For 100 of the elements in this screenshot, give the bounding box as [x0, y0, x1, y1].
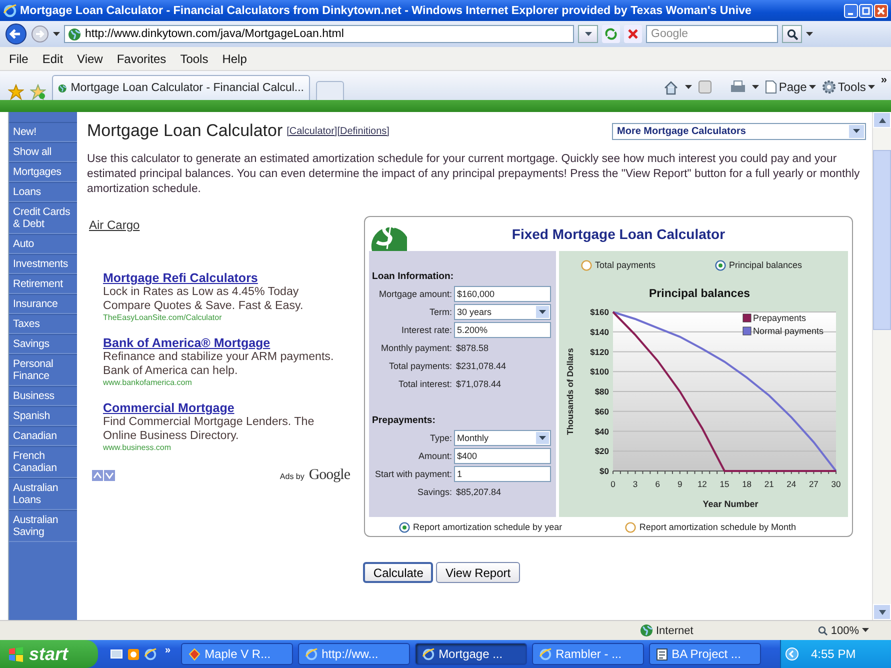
ad-url[interactable]: www.bankofamerica.com: [103, 378, 351, 387]
browser-icon[interactable]: [144, 648, 157, 660]
print-icon[interactable]: [730, 80, 746, 94]
ad-url[interactable]: TheEasyLoanSite.com/Calculator: [103, 313, 351, 322]
stop-icon[interactable]: [624, 25, 642, 43]
caret-icon[interactable]: [808, 84, 816, 90]
input-field[interactable]: 5.200%: [454, 322, 551, 338]
caret-icon[interactable]: [684, 84, 692, 90]
next-ad-button[interactable]: [104, 470, 115, 480]
ad-title[interactable]: Commercial Mortgage: [103, 401, 351, 415]
radio-label[interactable]: Report amortization schedule by Month: [639, 522, 796, 532]
browser-icon: [422, 648, 435, 660]
input-field[interactable]: 1: [454, 466, 551, 482]
x-tick-label: 30: [831, 479, 841, 489]
caret-icon[interactable]: [539, 310, 546, 314]
taskbar-button[interactable]: BA Project ...: [648, 643, 761, 665]
refresh-icon[interactable]: [602, 25, 620, 43]
tools-menu[interactable]: Tools: [822, 80, 875, 94]
more-commands-chevron[interactable]: »: [880, 74, 887, 86]
browser-tab[interactable]: Mortgage Loan Calculator - Financial Calcul...: [52, 75, 310, 100]
taskbar-button[interactable]: Maple V R...: [180, 643, 293, 665]
caret-icon[interactable]: [53, 32, 60, 36]
scrollbar-thumb[interactable]: [873, 150, 891, 330]
field-label: Monthly payment:: [380, 343, 453, 353]
dropdown[interactable]: Monthly: [454, 430, 551, 446]
address-field[interactable]: http://www.dinkytown.com/java/MortgageLoan.html: [64, 25, 574, 43]
previous-ad-button[interactable]: [92, 470, 103, 480]
section-heading: Prepayments:: [372, 415, 436, 426]
radio-button[interactable]: [714, 260, 726, 270]
add-favorite-icon[interactable]: [30, 84, 46, 100]
globe-icon: [68, 28, 81, 40]
taskbar-button[interactable]: Rambler - ...: [532, 643, 644, 665]
show-hidden-icons-button[interactable]: [785, 647, 799, 661]
legend-swatch: [742, 314, 752, 322]
application-icon: [188, 648, 201, 660]
menu-item[interactable]: Favorites: [110, 50, 174, 68]
taskbar-button[interactable]: Mortgage ...: [414, 643, 527, 665]
caret-icon[interactable]: [539, 436, 546, 440]
scroll-up-button[interactable]: [873, 112, 891, 128]
radio-label[interactable]: Principal balances: [728, 260, 802, 270]
close-icon[interactable]: [874, 4, 888, 18]
radio-button[interactable]: [581, 260, 592, 270]
taskbar-button[interactable]: http://ww...: [298, 643, 410, 665]
dropdown-button[interactable]: [578, 25, 598, 43]
input-field[interactable]: $160,000: [454, 286, 551, 302]
x-tick-label: 15: [720, 479, 730, 489]
nav-link[interactable]: [Calculator]: [286, 126, 338, 136]
maximize-icon[interactable]: [859, 4, 873, 18]
favorites-star-icon[interactable]: [8, 84, 24, 100]
menu-item[interactable]: File: [2, 50, 36, 68]
scroll-down-button[interactable]: [873, 604, 891, 620]
y-tick-label: $0: [600, 466, 609, 476]
status-zone: Internet: [656, 624, 694, 636]
home-icon[interactable]: [662, 80, 679, 94]
caret-icon[interactable]: [862, 628, 869, 633]
legend-swatch: [742, 326, 752, 336]
field-label: Savings:: [416, 487, 453, 497]
media-player-icon[interactable]: [127, 648, 140, 660]
ad-title[interactable]: Mortgage Refi Calculators: [103, 271, 351, 285]
clock: 4:55 PM: [811, 647, 856, 661]
view-report-button[interactable]: View Report: [436, 562, 520, 583]
ad-link[interactable]: Air Cargo: [89, 218, 140, 232]
page-menu[interactable]: Page: [764, 80, 816, 94]
search-button[interactable]: [782, 25, 802, 43]
nav-link[interactable]: [Definitions]: [337, 126, 390, 136]
quick-launch-chevron[interactable]: »: [165, 644, 171, 656]
desktop-icon[interactable]: [110, 648, 123, 660]
caret-icon[interactable]: [752, 84, 759, 90]
menu-item[interactable]: Tools: [173, 50, 216, 68]
caret-icon[interactable]: [853, 128, 860, 134]
radio-button[interactable]: [399, 522, 410, 532]
radio-button[interactable]: [625, 522, 636, 532]
menu-item[interactable]: View: [70, 50, 110, 68]
calculators-dropdown[interactable]: More Mortgage Calculators: [612, 122, 866, 140]
ads-brand[interactable]: Google: [308, 467, 350, 483]
radio-label[interactable]: Total payments: [595, 260, 656, 270]
menu-item[interactable]: Edit: [35, 50, 70, 68]
minimize-icon[interactable]: [844, 4, 858, 18]
result-value: $85,207.84: [455, 487, 502, 497]
zoom-control[interactable]: 100%: [818, 624, 869, 636]
caret-icon[interactable]: [584, 32, 592, 36]
search-field[interactable]: Google: [646, 25, 778, 43]
tab-title: Mortgage Loan Calculator - Financial Calcul...: [70, 82, 304, 94]
ad-title[interactable]: Bank of America® Mortgage: [103, 336, 351, 350]
menu-item[interactable]: Help: [215, 50, 254, 68]
caret-icon[interactable]: [868, 84, 875, 90]
back-button[interactable]: [5, 23, 27, 45]
result-value: $71,078.44: [455, 379, 502, 389]
browser-icon: [3, 4, 17, 18]
dropdown[interactable]: 30 years: [454, 304, 551, 320]
internet-zone-icon: [640, 624, 653, 637]
browser-icon: [304, 648, 318, 660]
input-field[interactable]: $400: [454, 448, 551, 464]
y-tick-label: $140: [590, 326, 609, 337]
page-icon: [764, 80, 777, 94]
caret-icon[interactable]: [806, 32, 813, 36]
calculate-button[interactable]: Calculate: [363, 562, 434, 583]
radio-label[interactable]: Report amortization schedule by year: [413, 522, 562, 532]
y-tick-label: $100: [590, 366, 609, 377]
ad-url[interactable]: www.business.com: [103, 443, 351, 452]
